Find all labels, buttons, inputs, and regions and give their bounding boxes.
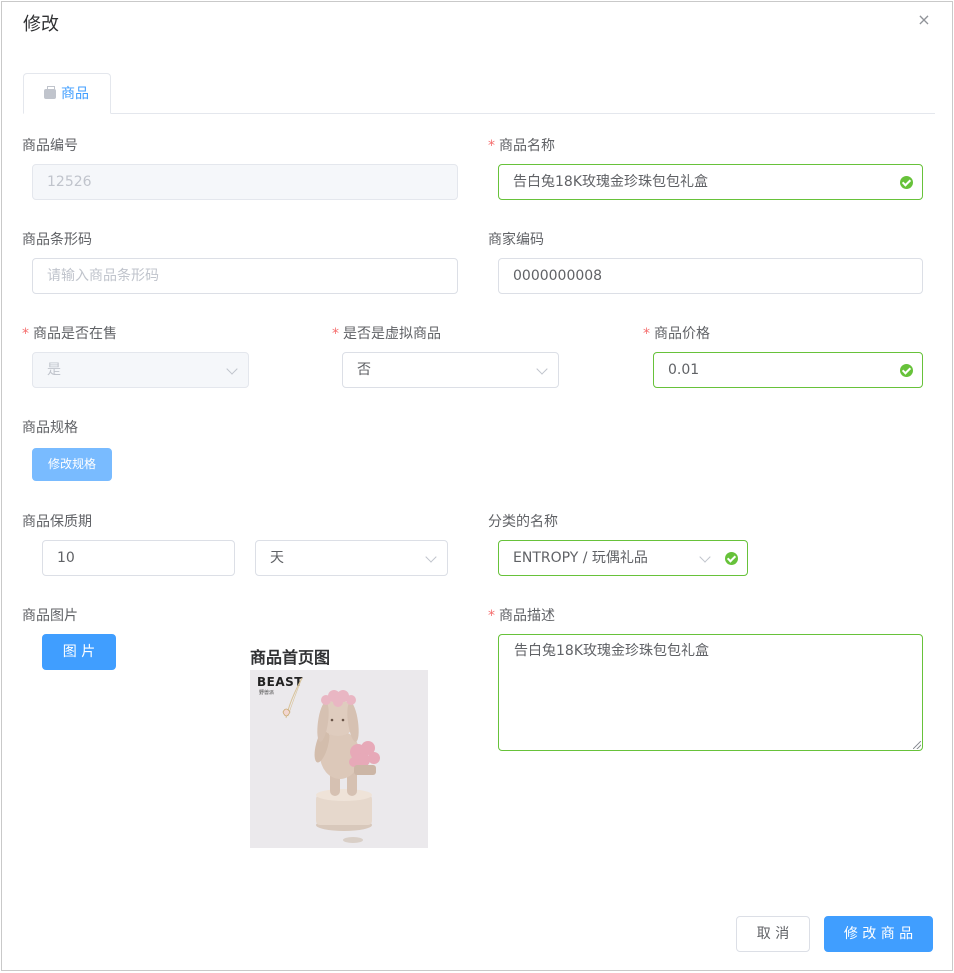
close-icon[interactable]: × xyxy=(916,12,932,28)
bunny-figurine-illustration xyxy=(282,677,380,843)
dialog-title: 修改 xyxy=(23,14,59,35)
barcode-input[interactable]: 请输入商品条形码 xyxy=(32,258,458,294)
product-name-input[interactable]: 告白兔18K玫瑰金珍珠包包礼盒 xyxy=(498,164,923,200)
resize-handle-icon[interactable] xyxy=(913,741,921,749)
shelf-life-input[interactable]: 10 xyxy=(42,540,235,576)
category-cascader[interactable]: ENTROPY / 玩偶礼品 xyxy=(498,540,748,576)
shelf-life-unit-select[interactable]: 天 xyxy=(255,540,448,576)
category-label: 分类的名称 xyxy=(488,514,558,530)
edit-dialog: 修改 × 商品 xyxy=(1,1,953,971)
on-sale-label: * 商品是否在售 xyxy=(22,326,117,342)
tab-product-label: 商品 xyxy=(61,86,89,102)
product-no-label: 商品编号 xyxy=(22,138,78,154)
price-input[interactable]: 0.01 xyxy=(653,352,923,388)
merchant-code-label: 商家编码 xyxy=(488,232,544,248)
tab-product[interactable]: 商品 xyxy=(23,73,111,114)
briefcase-icon xyxy=(44,86,56,99)
virtual-label: * 是否是虚拟商品 xyxy=(332,326,441,342)
description-textarea[interactable]: 告白兔18K玫瑰金珍珠包包礼盒 xyxy=(498,634,923,751)
edit-spec-button[interactable]: 修改规格 xyxy=(32,448,112,481)
product-no-input: 12526 xyxy=(32,164,458,200)
product-image: BEAST 野兽派 xyxy=(250,670,428,848)
chevron-down-icon xyxy=(536,363,548,375)
check-circle-icon xyxy=(900,176,913,189)
check-circle-icon xyxy=(900,364,913,377)
virtual-select[interactable]: 否 xyxy=(342,352,559,388)
cancel-button[interactable]: 取 消 xyxy=(736,916,810,952)
chevron-down-icon xyxy=(699,551,711,563)
on-sale-select: 是 xyxy=(32,352,249,388)
chevron-down-icon xyxy=(226,363,238,375)
merchant-code-input[interactable]: 0000000008 xyxy=(498,258,923,294)
barcode-label: 商品条形码 xyxy=(22,232,92,248)
check-circle-icon xyxy=(725,552,738,565)
product-name-label: * 商品名称 xyxy=(488,138,555,154)
description-label: * 商品描述 xyxy=(488,608,555,624)
image-label: 商品图片 xyxy=(22,608,78,624)
chevron-down-icon xyxy=(425,551,437,563)
upload-image-button[interactable]: 图 片 xyxy=(42,634,116,670)
home-image-title: 商品首页图 xyxy=(250,648,331,667)
price-label: * 商品价格 xyxy=(643,326,710,342)
submit-button[interactable]: 修 改 商 品 xyxy=(824,916,933,952)
spec-label: 商品规格 xyxy=(22,420,78,436)
shelf-life-label: 商品保质期 xyxy=(22,514,92,530)
tab-bar: 商品 xyxy=(23,73,935,114)
